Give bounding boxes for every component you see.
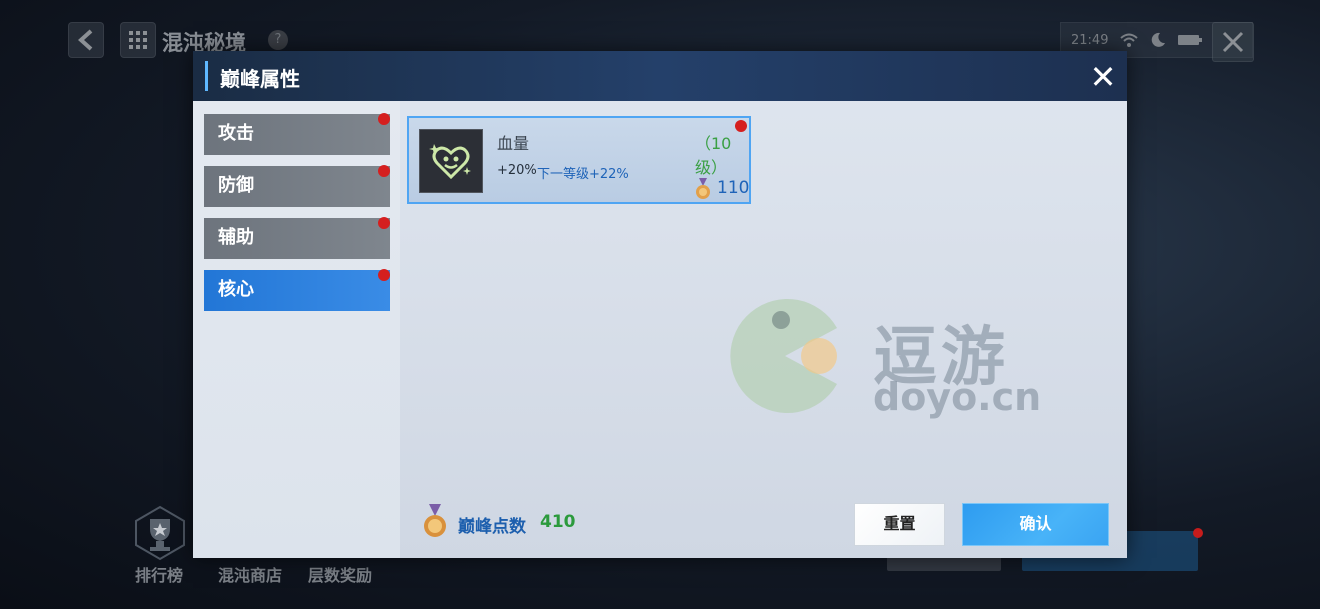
background-red-dot xyxy=(1193,528,1203,538)
confirm-button[interactable]: 确认 xyxy=(962,503,1109,546)
attribute-content: 血量 （10级） +20% 下一等级+22% 110 逗游 doyo.cn 巅峰… xyxy=(400,101,1127,558)
wifi-icon xyxy=(1120,33,1139,47)
notification-dot xyxy=(378,165,390,177)
dialog-close-button[interactable]: ✕ xyxy=(1085,59,1121,95)
notification-dot xyxy=(735,120,747,132)
nav-leaderboard[interactable]: 排行榜 xyxy=(135,562,183,586)
battery-icon xyxy=(1178,35,1203,45)
nav-floor-rewards[interactable]: 层数奖励 xyxy=(308,562,372,586)
tab-support[interactable]: 辅助 xyxy=(204,217,390,259)
notification-dot xyxy=(378,113,390,125)
peak-points-value: 410 xyxy=(540,512,576,532)
watermark-domain: doyo.cn xyxy=(873,375,1042,419)
nav-chaos-shop[interactable]: 混沌商店 xyxy=(218,562,282,586)
notification-dot xyxy=(378,217,390,229)
tab-label: 攻击 xyxy=(218,123,254,144)
attribute-tabs: 攻击 防御 辅助 核心 xyxy=(193,101,400,558)
tab-label: 辅助 xyxy=(218,227,254,248)
reset-button[interactable]: 重置 xyxy=(854,503,945,546)
attribute-next-level: 下一等级+22% xyxy=(537,167,629,182)
chevron-left-icon xyxy=(78,29,93,51)
back-button[interactable] xyxy=(68,22,104,58)
tab-label: 核心 xyxy=(218,279,254,300)
tab-defense[interactable]: 防御 xyxy=(204,165,390,207)
tab-core[interactable]: 核心 xyxy=(204,269,390,311)
clock: 21:49 xyxy=(1071,32,1109,48)
attribute-name: 血量 xyxy=(497,134,530,153)
trophy-icon xyxy=(135,505,185,561)
tab-attack[interactable]: 攻击 xyxy=(204,113,390,155)
dialog-title: 巅峰属性 xyxy=(220,67,300,91)
grid-icon xyxy=(129,31,147,49)
peak-points-label: 巅峰点数 xyxy=(458,517,526,537)
watermark-logo xyxy=(730,299,837,413)
moon-icon xyxy=(1152,32,1166,47)
peak-points-medal-icon xyxy=(424,504,446,537)
dialog-header: 巅峰属性 ✕ xyxy=(193,51,1127,101)
header-accent-bar xyxy=(205,61,208,91)
notification-dot xyxy=(378,269,390,281)
heart-icon xyxy=(419,129,483,193)
attribute-value: +20% xyxy=(497,163,537,178)
background-close-button[interactable] xyxy=(1212,22,1254,62)
menu-button[interactable] xyxy=(120,22,156,58)
tab-label: 防御 xyxy=(218,175,254,196)
help-button[interactable]: ? xyxy=(268,30,288,50)
attribute-cost: 110 xyxy=(717,178,750,198)
close-icon xyxy=(1222,31,1244,53)
medal-icon xyxy=(696,178,710,199)
attribute-card-hp[interactable]: 血量 （10级） +20% 下一等级+22% 110 xyxy=(407,116,751,204)
attribute-level: （10级） xyxy=(695,134,732,177)
peak-attributes-dialog: 巅峰属性 ✕ 攻击 防御 辅助 核心 血量 （10级） +20% 下一等级+22… xyxy=(193,51,1127,558)
